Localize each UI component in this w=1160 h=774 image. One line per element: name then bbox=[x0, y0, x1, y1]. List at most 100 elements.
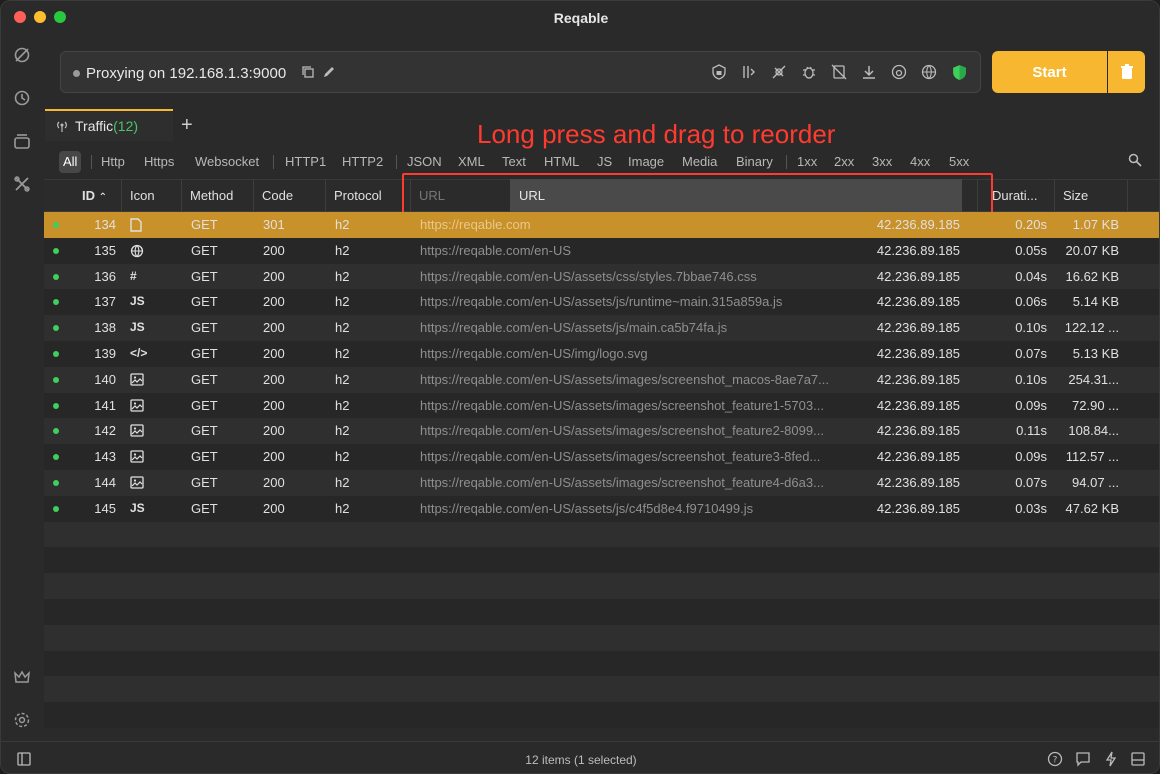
feedback-icon[interactable] bbox=[1074, 750, 1092, 768]
column-header-icon[interactable]: Icon bbox=[122, 180, 182, 212]
add-tab-button[interactable]: + bbox=[181, 115, 201, 135]
table-row[interactable]: 145 JS GET 200 h2 https://reqable.com/en-US/a… bbox=[44, 495, 1159, 522]
script-icon[interactable] bbox=[890, 63, 908, 81]
status-dot bbox=[53, 376, 59, 383]
filter-1xx[interactable]: 1xx bbox=[793, 151, 821, 173]
filter-binary[interactable]: Binary bbox=[732, 151, 777, 173]
collections-icon[interactable] bbox=[12, 131, 32, 151]
table-row[interactable]: 144 GET 200 h2 https://reqable.com/en-US/ass… bbox=[44, 470, 1159, 496]
search-icon[interactable] bbox=[1128, 153, 1142, 167]
cell-method: GET bbox=[191, 449, 218, 465]
table-row[interactable]: 135 GET 200 h2 https://reqable.com/en-US 42.2… bbox=[44, 237, 1159, 264]
table-row[interactable]: 134 GET 301 h2 https://reqable.com 42.236.89.… bbox=[44, 212, 1159, 238]
cell-duration: 0.20s bbox=[1015, 217, 1047, 232]
cell-protocol: h2 bbox=[335, 449, 350, 465]
cell-host: 42.236.89.185 bbox=[876, 217, 960, 232]
column-header-duration[interactable]: Durati... bbox=[984, 180, 1055, 212]
mock-off-icon[interactable] bbox=[830, 63, 848, 81]
column-header-code[interactable]: Code bbox=[254, 180, 326, 212]
edit-icon[interactable] bbox=[320, 63, 338, 81]
filter-http2[interactable]: HTTP2 bbox=[338, 151, 387, 173]
copy-icon[interactable] bbox=[299, 63, 317, 81]
capture-icon[interactable] bbox=[12, 45, 32, 65]
clear-button[interactable] bbox=[1108, 51, 1145, 93]
filter-html[interactable]: HTML bbox=[540, 151, 583, 173]
settings-icon[interactable] bbox=[12, 710, 32, 730]
proxy-status-text: Proxying on 192.168.1.3:9000 bbox=[86, 65, 287, 82]
column-header-method[interactable]: Method bbox=[182, 180, 254, 212]
cell-code: 200 bbox=[263, 268, 285, 284]
cell-code: 200 bbox=[263, 397, 285, 413]
table-row[interactable]: 142 GET 200 h2 https://reqable.com/en-US/ass… bbox=[44, 418, 1159, 445]
table-row[interactable]: 139 </> GET 200 h2 https://reqable.com/en-US/… bbox=[44, 341, 1159, 367]
table-row[interactable]: 143 GET 200 h2 https://reqable.com/en-US/ass… bbox=[44, 444, 1159, 470]
history-icon[interactable] bbox=[12, 88, 32, 108]
annotation-highlight-box bbox=[402, 173, 993, 217]
status-dot bbox=[53, 273, 59, 280]
rewrite-off-icon[interactable] bbox=[770, 63, 788, 81]
table-row[interactable]: 137 JS GET 200 h2 https://reqable.com/en-US/a… bbox=[44, 289, 1159, 316]
cell-id: 142 bbox=[94, 423, 116, 439]
filter-xml[interactable]: XML bbox=[454, 151, 489, 173]
filter-text[interactable]: Text bbox=[498, 151, 530, 173]
column-header-id[interactable]: ID ⌃ bbox=[74, 180, 122, 212]
cell-code: 301 bbox=[263, 217, 285, 232]
cell-size: 16.62 KB bbox=[1065, 268, 1120, 284]
cell-id: 136 bbox=[94, 268, 116, 284]
table-row[interactable]: 140 GET 200 h2 https://reqable.com/en-US/ass… bbox=[44, 366, 1159, 393]
download-icon[interactable] bbox=[860, 63, 878, 81]
tools-icon[interactable] bbox=[12, 174, 32, 194]
filter-websocket[interactable]: Websocket bbox=[191, 151, 263, 173]
minimize-window-button[interactable] bbox=[34, 11, 46, 23]
lightning-icon[interactable] bbox=[1102, 750, 1120, 768]
cell-duration: 0.11s bbox=[1016, 423, 1047, 439]
status-dot bbox=[53, 299, 59, 306]
filter-https[interactable]: Https bbox=[140, 151, 178, 173]
table-row[interactable]: 136 # GET 200 h2 https://reqable.com/en-US/as… bbox=[44, 263, 1159, 290]
start-button[interactable]: Start bbox=[992, 51, 1107, 93]
cell-url: https://reqable.com/en-US bbox=[420, 242, 572, 258]
throttle-icon[interactable] bbox=[740, 63, 758, 81]
breakpoint-icon[interactable] bbox=[800, 63, 818, 81]
ssl-lock-icon[interactable] bbox=[710, 63, 728, 81]
cell-id: 135 bbox=[94, 242, 116, 258]
cell-method: GET bbox=[191, 346, 218, 361]
crown-icon[interactable] bbox=[12, 667, 32, 687]
filter-all[interactable]: All bbox=[59, 151, 82, 173]
filter-js[interactable]: JS bbox=[593, 151, 616, 173]
table-row[interactable]: 138 JS GET 200 h2 https://reqable.com/en-US/a… bbox=[44, 315, 1159, 341]
layout-panel-icon[interactable] bbox=[1129, 750, 1147, 768]
filter-http1[interactable]: HTTP1 bbox=[281, 151, 330, 173]
cell-host: 42.236.89.185 bbox=[876, 294, 960, 310]
column-header-protocol[interactable]: Protocol bbox=[326, 180, 411, 212]
svg-text:?: ? bbox=[1053, 756, 1058, 766]
filter-media[interactable]: Media bbox=[678, 151, 721, 173]
cell-protocol: h2 bbox=[335, 500, 350, 516]
antenna-icon bbox=[55, 119, 69, 133]
table-row[interactable]: 141 GET 200 h2 https://reqable.com/en-US/ass… bbox=[44, 392, 1159, 419]
help-icon[interactable]: ? bbox=[1046, 750, 1064, 768]
column-header-size[interactable]: Size bbox=[1055, 180, 1128, 212]
close-window-button[interactable] bbox=[14, 11, 26, 23]
zoom-window-button[interactable] bbox=[54, 11, 66, 23]
network-icon[interactable] bbox=[920, 63, 938, 81]
cell-protocol: h2 bbox=[335, 475, 350, 490]
cell-code: 200 bbox=[263, 423, 285, 439]
code-icon: </> bbox=[130, 346, 148, 360]
shield-check-icon[interactable] bbox=[950, 63, 968, 81]
cell-method: GET bbox=[191, 371, 218, 387]
filter-http[interactable]: Http bbox=[97, 151, 129, 173]
filter-image[interactable]: Image bbox=[624, 151, 668, 173]
filter-5xx[interactable]: 5xx bbox=[945, 151, 973, 173]
cell-method: GET bbox=[191, 294, 218, 310]
cell-code: 200 bbox=[263, 294, 285, 310]
cell-method: GET bbox=[191, 500, 218, 516]
filter-3xx[interactable]: 3xx bbox=[868, 151, 896, 173]
filter-2xx[interactable]: 2xx bbox=[830, 151, 858, 173]
tab-traffic[interactable]: Traffic(12) bbox=[45, 109, 173, 141]
filter-4xx[interactable]: 4xx bbox=[906, 151, 934, 173]
status-dot bbox=[53, 247, 59, 254]
cell-url: https://reqable.com/en-US/assets/js/c4f5… bbox=[420, 500, 754, 516]
filter-json[interactable]: JSON bbox=[403, 151, 446, 173]
cell-size: 108.84... bbox=[1068, 423, 1119, 439]
